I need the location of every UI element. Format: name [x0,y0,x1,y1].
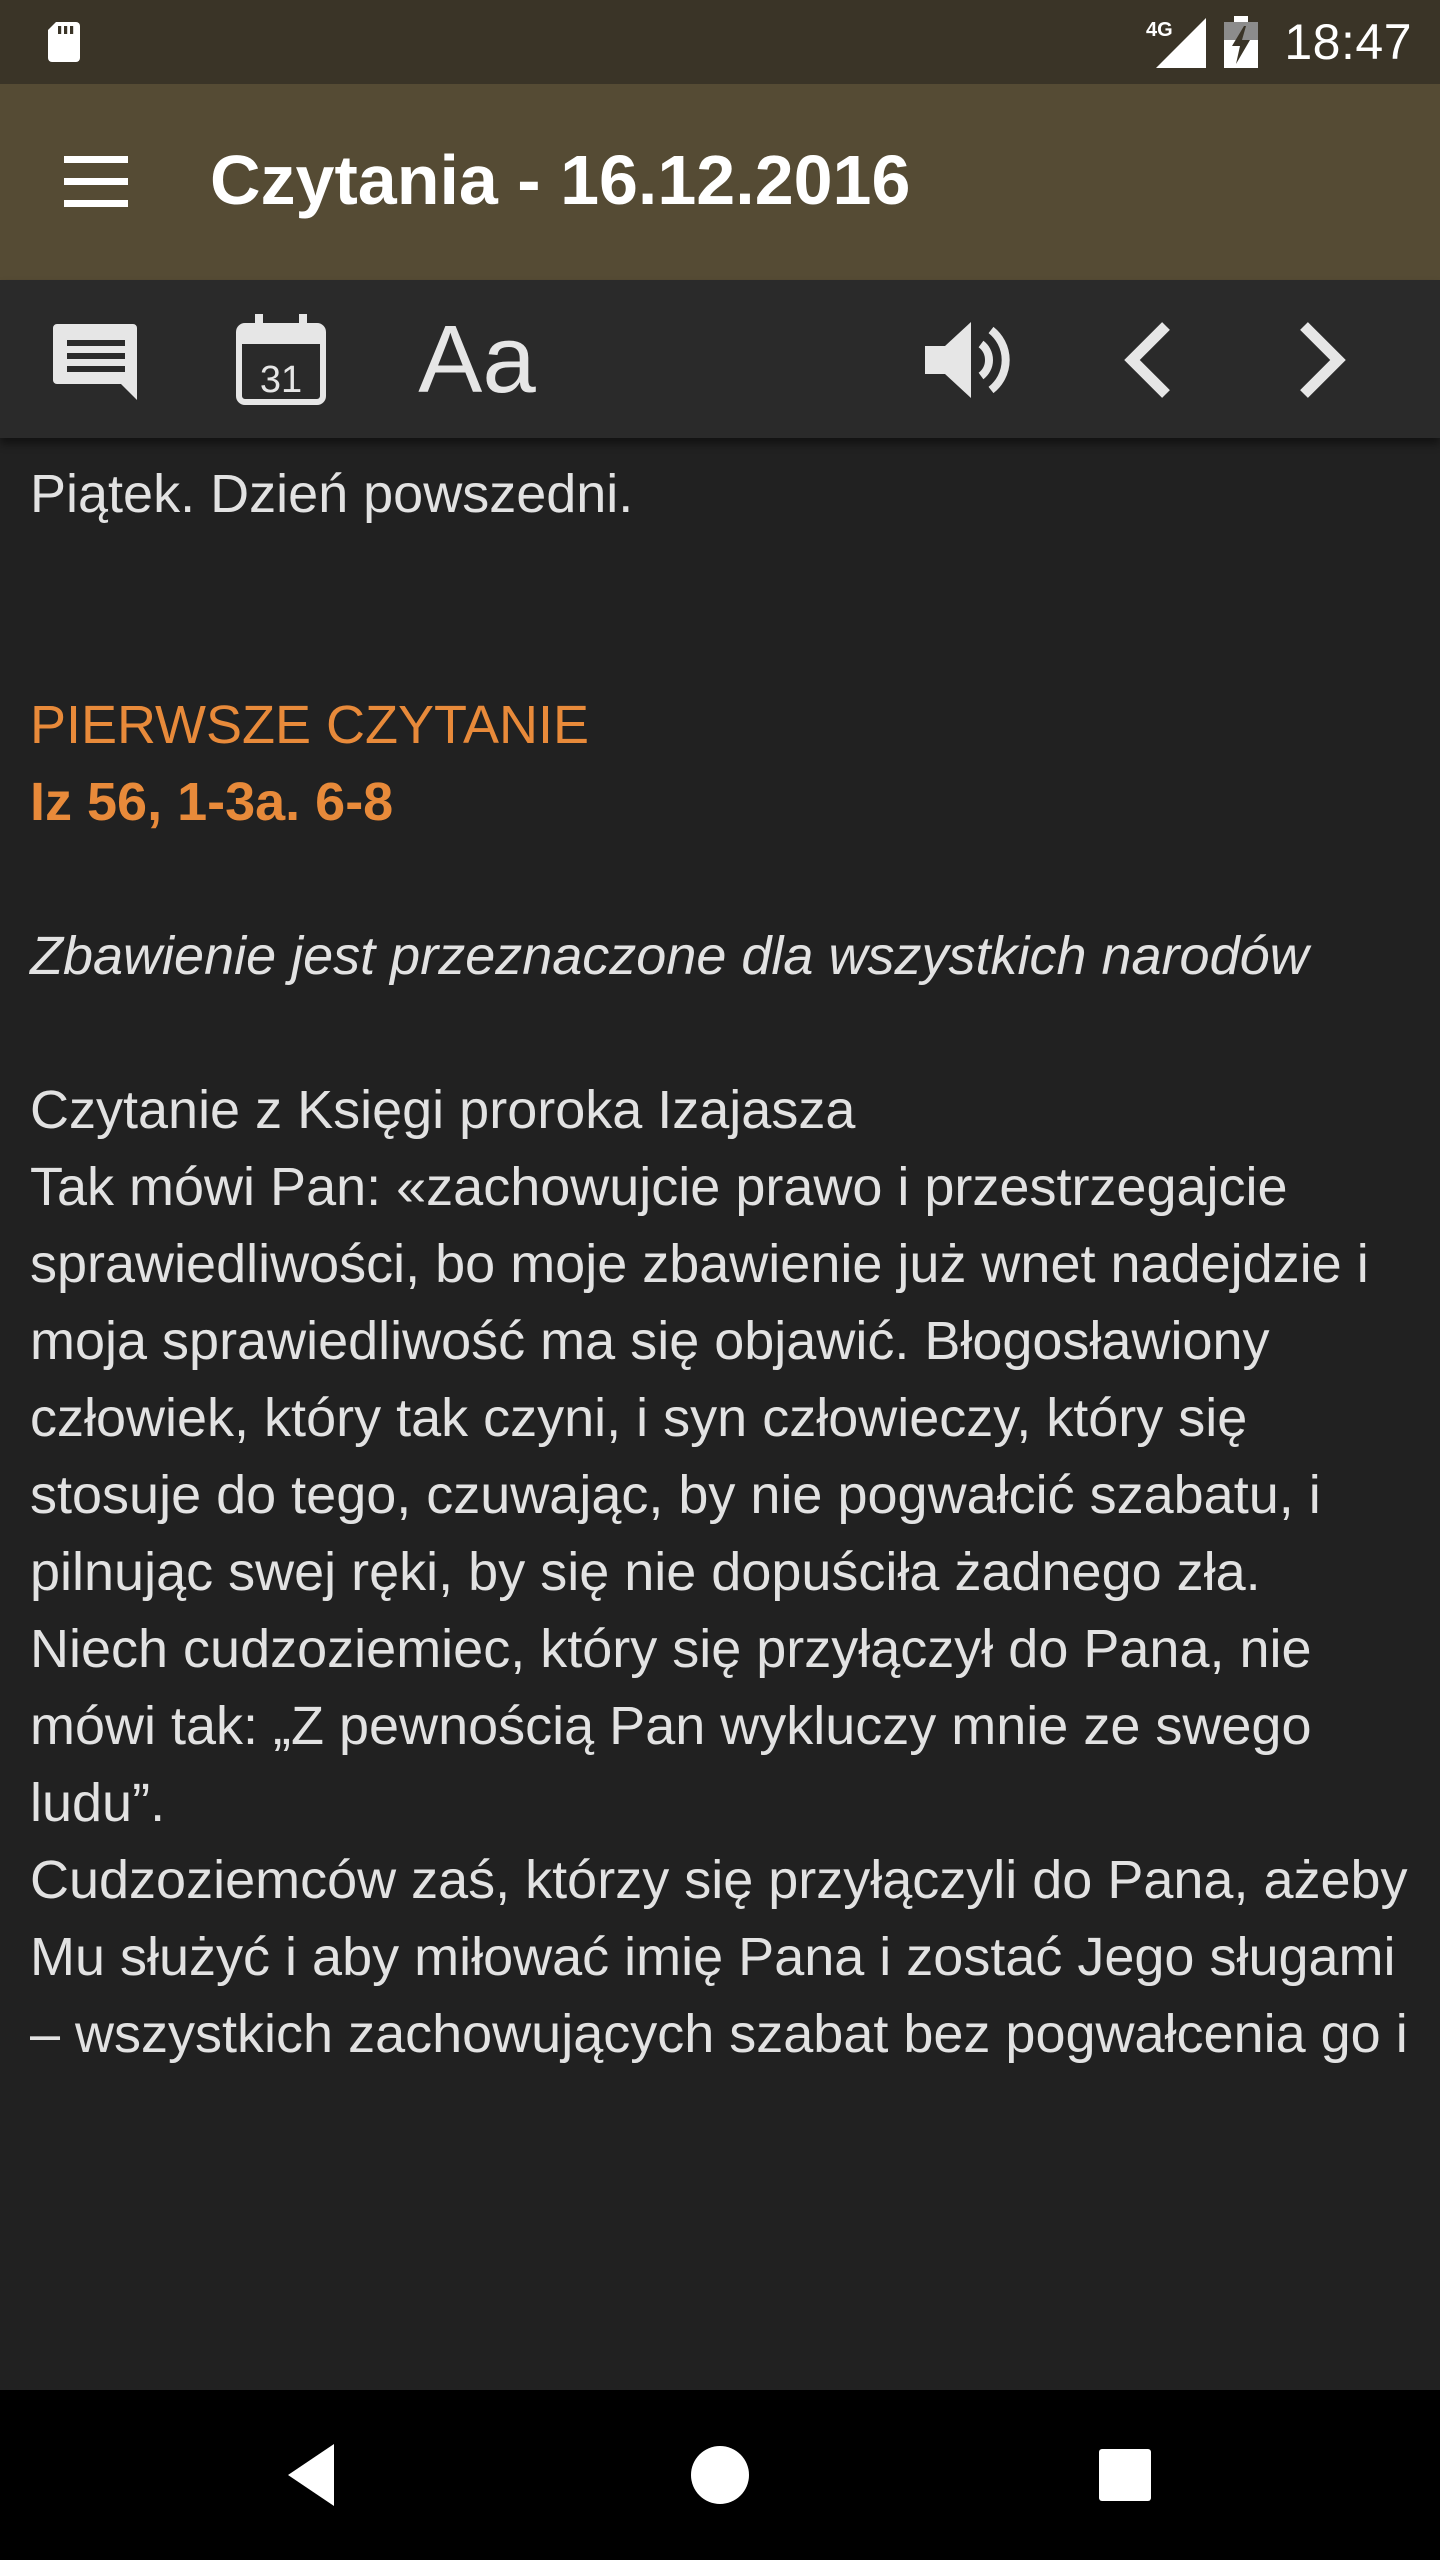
chevron-left-icon [1124,322,1170,398]
reading-subtitle: Zbawienie jest przeznaczone dla wszystki… [30,926,1309,986]
day-label: Piątek. Dzień powszedni. [30,464,634,524]
calendar-button[interactable]: 31 [226,310,336,410]
font-size-icon: Aa [418,306,536,413]
battery-charging-icon [1224,16,1259,68]
hamburger-menu-icon[interactable] [46,146,146,218]
reading-content[interactable]: Piątek. Dzień powszedni. PIERWSZE CZYTAN… [0,438,1440,2390]
sd-card-icon [48,22,80,62]
reading-paragraph: Tak mówi Pan: «zachowujcie prawo i przes… [30,1157,1369,1602]
signal-icon: 4G [1146,18,1207,68]
previous-button[interactable] [1100,310,1200,410]
comment-button[interactable] [40,310,150,410]
volume-icon [925,322,1010,398]
app-bar: Czytania - 16.12.2016 [0,84,1440,280]
reading-paragraph: Niech cudzoziemiec, który się przyłączył… [30,1619,1312,1833]
network-type-label: 4G [1146,19,1173,41]
recents-square-icon[interactable] [1080,2430,1170,2520]
reading-heading: PIERWSZE CZYTANIE [30,695,590,755]
volume-button[interactable] [910,310,1030,410]
calendar-day-label: 31 [260,359,302,401]
chevron-right-icon [1300,322,1346,398]
toolbar: 31 Aa [0,280,1440,438]
page-title: Czytania - 16.12.2016 [210,141,911,219]
reading-reference: Iz 56, 1-3a. 6-8 [30,772,394,832]
status-time: 18:47 [1284,14,1412,70]
home-circle-icon[interactable] [675,2430,765,2520]
reading-source: Czytanie z Księgi proroka Izajasza [30,1080,856,1140]
font-size-button[interactable]: Aa [412,310,542,410]
status-bar: 4G 18:47 [0,0,1440,84]
status-icons: 4G 18:47 [1146,0,1412,84]
next-button[interactable] [1270,310,1370,410]
reading-paragraph: Cudzoziemców zaś, którzy się przyłączyli… [30,1850,1408,2064]
navigation-bar [0,2390,1440,2560]
comment-icon [53,324,137,400]
back-triangle-icon[interactable] [270,2430,360,2520]
calendar-icon: 31 [236,314,326,405]
